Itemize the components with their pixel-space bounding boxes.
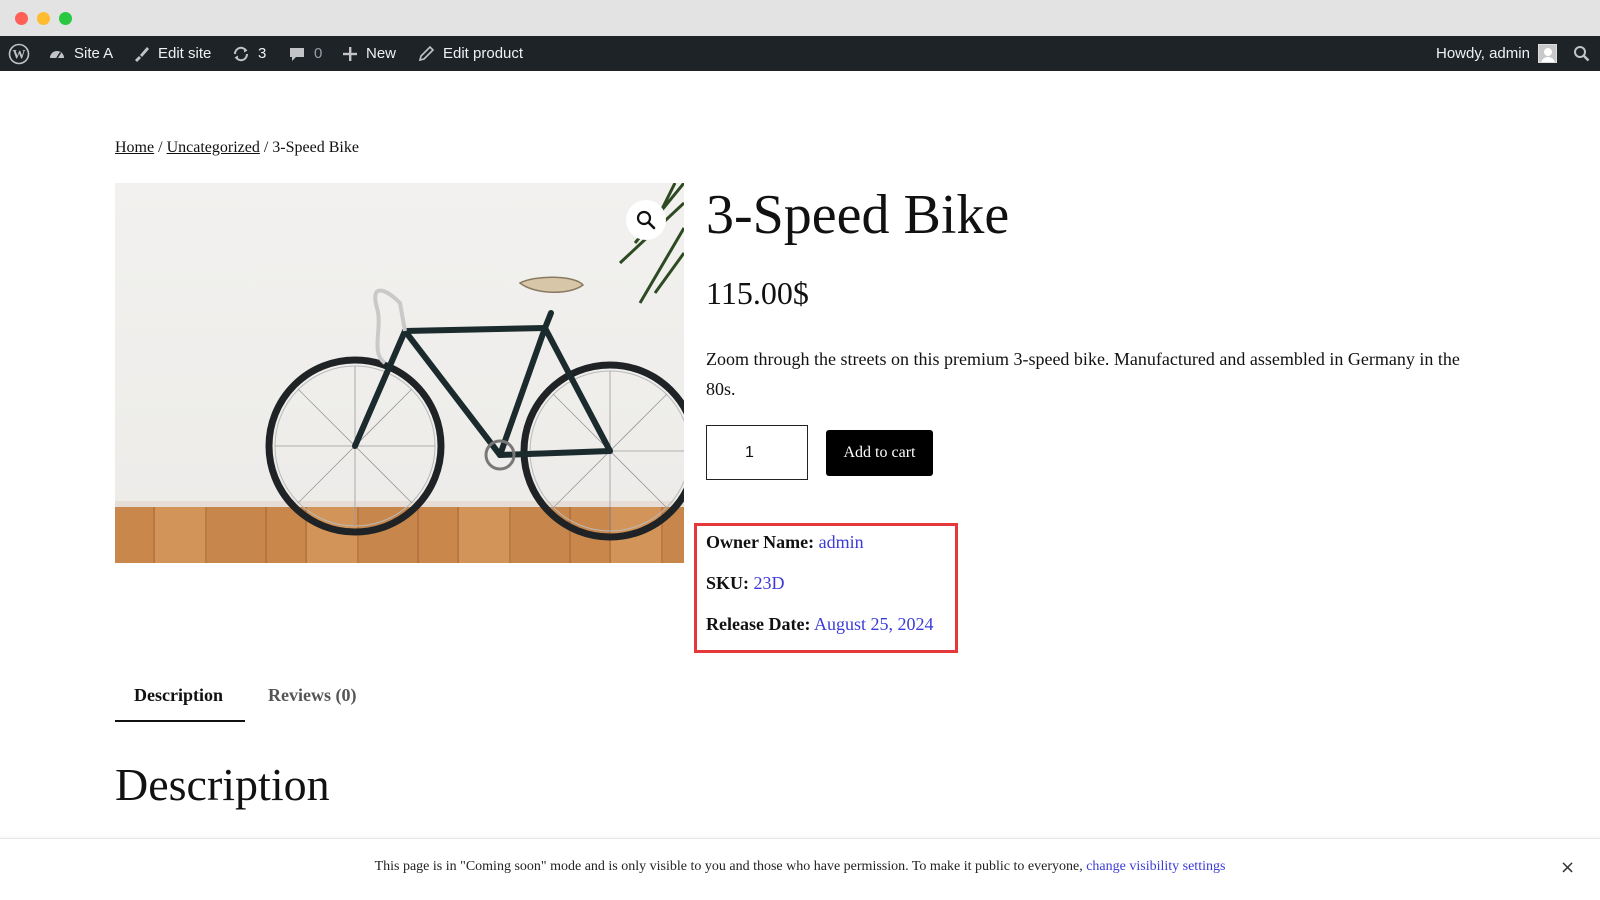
owner-name-label: Owner Name: [706,532,815,552]
product-short-description: Zoom through the streets on this premium… [706,349,1460,399]
comments-count: 0 [314,45,323,62]
updates-icon [233,46,249,61]
sku-label: SKU: [706,573,750,593]
search-icon [1574,46,1590,62]
breadcrumb-separator: / [158,139,163,156]
edit-product-link[interactable]: Edit product [418,36,523,71]
site-name-link[interactable]: Site A [48,36,113,71]
updates-count: 3 [258,45,267,62]
edit-product-label: Edit product [443,45,524,62]
comment-icon [290,47,304,61]
magnifier-icon [636,210,656,230]
breadcrumb: Home / Uncategorized / 3-Speed Bike [115,139,359,157]
dashboard-icon [50,50,64,58]
wordpress-icon: W [8,43,30,64]
wordpress-logo-button[interactable]: W [8,36,30,71]
sku-value-link[interactable]: 23D [754,573,785,593]
zoom-image-button[interactable] [626,200,666,240]
description-heading: Description [115,759,330,810]
account-menu[interactable]: Howdy, admin [1436,36,1557,71]
notice-text: This page is in "Coming soon" mode and i… [374,859,1083,874]
wp-admin-bar: W Site A Edit site 3 0 New Edit product … [0,36,1600,71]
edit-site-link[interactable]: Edit site [132,36,211,71]
brush-icon [135,46,149,62]
site-name-label: Site A [74,45,114,62]
breadcrumb-category-link[interactable]: Uncategorized [167,139,260,156]
edit-site-label: Edit site [158,45,212,62]
quantity-value: 1 [745,443,754,461]
howdy-label: Howdy, admin [1436,45,1530,62]
breadcrumb-home-link[interactable]: Home [115,139,154,156]
maximize-window-button[interactable] [59,12,72,25]
tab-reviews[interactable]: Reviews (0) [268,685,356,706]
new-content-link[interactable]: New [342,36,396,71]
updates-link[interactable]: 3 [232,36,266,71]
release-date-row: Release Date: August 25, 2024 [706,614,933,635]
change-visibility-link[interactable]: change visibility settings [1086,859,1225,874]
add-to-cart-button[interactable]: Add to cart [826,430,933,476]
new-label: New [366,45,397,62]
active-tab-indicator [115,720,245,722]
product-title: 3-Speed Bike [706,184,1010,246]
svg-text:W: W [13,46,26,61]
release-date-label: Release Date: [706,614,811,634]
sku-row: SKU: 23D [706,573,785,594]
pencil-icon [418,45,435,62]
bicycle-illustration [265,183,684,541]
close-window-button[interactable] [15,12,28,25]
release-date-link[interactable]: August 25, 2024 [814,614,934,634]
admin-search-button[interactable] [1573,36,1590,71]
comments-link[interactable]: 0 [288,36,322,71]
product-image[interactable] [115,183,684,563]
product-price: 115.00$ [706,275,809,311]
notice-text-wrapper: This page is in "Coming soon" mode and i… [0,859,1600,875]
minimize-window-button[interactable] [37,12,50,25]
avatar [1537,44,1557,63]
owner-name-link[interactable]: admin [819,532,864,552]
breadcrumb-separator: / [263,139,269,156]
breadcrumb-current: 3-Speed Bike [272,139,359,156]
quantity-input[interactable]: 1 [706,425,808,480]
plus-icon [343,46,357,61]
close-icon[interactable]: × [1560,859,1575,877]
coming-soon-notice: This page is in "Coming soon" mode and i… [0,838,1600,900]
window-titlebar [0,0,1600,36]
owner-name-row: Owner Name: admin [706,532,864,553]
tab-description[interactable]: Description [134,685,223,706]
